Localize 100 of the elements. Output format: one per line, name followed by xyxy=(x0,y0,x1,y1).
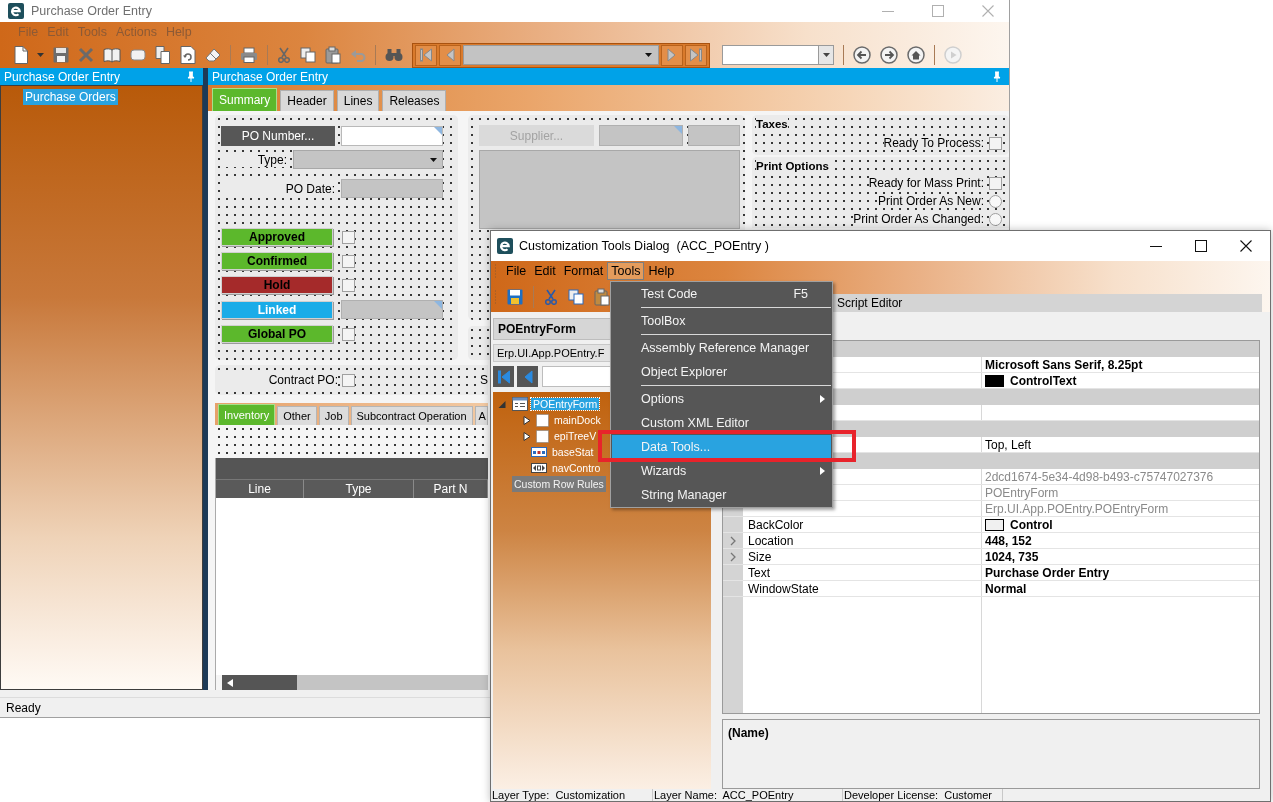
close-icon[interactable] xyxy=(1240,240,1252,252)
menu-item[interactable]: Assembly Reference Manager xyxy=(612,336,831,360)
po-number-button[interactable]: PO Number... xyxy=(221,126,335,146)
tab[interactable]: Script Editor xyxy=(833,296,907,310)
tree-footer[interactable]: Custom Row Rules xyxy=(512,476,606,492)
property-value[interactable]: Microsoft Sans Serif, 8.25pt xyxy=(985,357,1143,372)
tab[interactable]: Subcontract Operation xyxy=(350,406,473,425)
refresh-document-icon[interactable] xyxy=(180,46,196,64)
scissors-icon[interactable] xyxy=(277,47,291,63)
first-button[interactable] xyxy=(415,44,437,66)
card-icon[interactable] xyxy=(130,48,146,62)
menu-item[interactable]: Help xyxy=(644,262,679,280)
checkbox[interactable] xyxy=(989,176,1002,190)
binoculars-icon[interactable] xyxy=(385,48,403,62)
tree-item[interactable]: baseStat xyxy=(550,446,596,458)
menu-item[interactable]: Format xyxy=(559,262,608,280)
menu-item[interactable]: Test Code F5 xyxy=(612,282,831,306)
chevron-right-icon[interactable] xyxy=(729,535,737,546)
record-dropdown[interactable] xyxy=(463,45,659,65)
checkbox[interactable] xyxy=(342,230,355,244)
pin-icon[interactable] xyxy=(187,71,195,82)
checkbox[interactable] xyxy=(342,327,355,341)
tree-item[interactable]: navContro xyxy=(550,462,603,474)
property-value[interactable]: Normal xyxy=(985,581,1027,596)
tab[interactable]: Releases xyxy=(382,90,447,111)
horizontal-scrollbar[interactable] xyxy=(222,675,488,690)
property-value[interactable]: Top, Left xyxy=(985,437,1032,452)
tree-item[interactable]: mainDock xyxy=(552,414,603,426)
collapse-arrow-icon[interactable] xyxy=(498,399,506,409)
scrollbar-thumb[interactable] xyxy=(237,675,297,690)
first-button[interactable] xyxy=(493,366,514,387)
checkbox[interactable] xyxy=(342,278,355,292)
chevron-right-icon[interactable] xyxy=(729,551,737,562)
property-value[interactable]: POEntryForm xyxy=(985,485,1059,500)
tab[interactable]: Lines xyxy=(336,90,380,111)
dropdown-button[interactable] xyxy=(818,46,833,64)
scissors-icon[interactable] xyxy=(544,288,558,305)
logo-icon xyxy=(497,238,513,254)
checkbox[interactable] xyxy=(342,254,355,268)
next-button[interactable] xyxy=(661,44,683,66)
menu-item[interactable]: Wizards xyxy=(612,459,831,483)
book-icon[interactable] xyxy=(103,47,121,63)
column-header[interactable]: Part N xyxy=(414,479,488,498)
checkbox[interactable] xyxy=(989,136,1002,150)
text-area-field[interactable] xyxy=(479,150,740,229)
menu-item[interactable]: Options xyxy=(612,387,831,411)
column-header[interactable]: Type xyxy=(304,479,414,498)
last-button[interactable] xyxy=(685,44,707,66)
copy-icon[interactable] xyxy=(300,47,316,63)
clipboard-icon[interactable] xyxy=(594,287,610,306)
tab[interactable]: Other xyxy=(277,406,317,425)
menu-item[interactable]: ToolBox xyxy=(612,309,831,333)
copy-icon[interactable] xyxy=(568,288,584,305)
menu-item[interactable]: Tools xyxy=(607,262,645,280)
eraser-icon[interactable] xyxy=(205,48,221,62)
tab[interactable]: Job xyxy=(318,406,349,425)
checkbox[interactable] xyxy=(342,373,355,387)
linked-field[interactable] xyxy=(341,300,443,319)
property-value[interactable]: Erp.UI.App.POEntry.POEntryForm xyxy=(985,501,1169,516)
menu-item[interactable]: String Manager xyxy=(612,483,831,507)
documents-icon[interactable] xyxy=(155,46,171,64)
pin-icon[interactable] xyxy=(993,71,1001,82)
tab[interactable]: A xyxy=(474,406,488,425)
menu-item[interactable]: Object Explorer xyxy=(612,360,831,384)
property-value[interactable]: 448, 152 xyxy=(985,533,1032,548)
property-value[interactable]: Purchase Order Entry xyxy=(985,565,1110,580)
po-date-field[interactable] xyxy=(341,179,443,198)
radio-button[interactable] xyxy=(989,212,1002,226)
tree-item[interactable]: epiTreeV xyxy=(552,430,599,442)
save-icon[interactable] xyxy=(53,47,69,63)
expand-arrow-icon[interactable] xyxy=(523,415,531,425)
save-icon[interactable] xyxy=(507,288,523,305)
radio-button[interactable] xyxy=(989,194,1002,208)
caret-icon[interactable] xyxy=(37,53,44,57)
maximize-icon[interactable] xyxy=(1195,240,1207,252)
play-icon[interactable] xyxy=(944,46,962,64)
combo-field[interactable] xyxy=(722,45,834,65)
property-value[interactable]: 2dcd1674-5e34-4d98-b493-c75747027376 xyxy=(985,469,1214,484)
input-field[interactable] xyxy=(688,125,740,146)
menu-item[interactable]: Edit xyxy=(530,262,560,280)
scroll-left-button[interactable] xyxy=(222,675,237,690)
menu-item[interactable]: File xyxy=(502,262,531,280)
property-value[interactable]: 1024, 735 xyxy=(985,549,1039,564)
column-header[interactable]: Line xyxy=(216,479,304,498)
property-value[interactable]: Control xyxy=(1010,517,1053,532)
supplier-field[interactable] xyxy=(599,125,683,146)
property-value[interactable]: ControlText xyxy=(1010,373,1077,388)
expand-arrow-icon[interactable] xyxy=(523,431,531,441)
document-icon[interactable] xyxy=(14,46,28,64)
tab[interactable]: Header xyxy=(280,90,334,111)
previous-button[interactable] xyxy=(439,44,461,66)
po-number-field[interactable] xyxy=(341,126,443,146)
cross-icon[interactable] xyxy=(78,47,94,63)
forward-icon[interactable] xyxy=(880,46,898,64)
clipboard-icon[interactable] xyxy=(325,46,341,64)
status-label: Linked xyxy=(221,300,333,319)
home-icon[interactable] xyxy=(907,46,925,64)
back-icon[interactable] xyxy=(853,46,871,64)
previous-button[interactable] xyxy=(517,366,538,387)
printer-icon[interactable] xyxy=(240,47,258,63)
